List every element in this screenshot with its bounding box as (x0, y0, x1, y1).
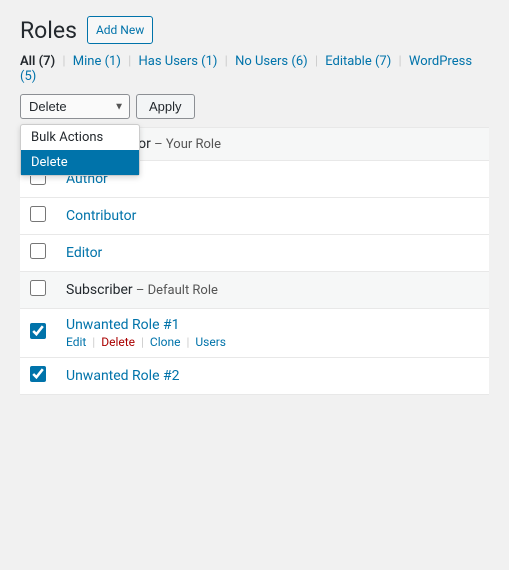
filter-links: All (7) | Mine (1) | Has Users (1) | No … (20, 54, 489, 84)
apply-button[interactable]: Apply (136, 94, 195, 119)
bulk-action-row: Bulk ActionsDelete ▼ Bulk ActionsDelete … (20, 94, 489, 119)
filter-separator: | (395, 54, 405, 69)
bulk-action-dropdown: Bulk ActionsDelete (20, 124, 140, 176)
filter-separator: | (312, 54, 322, 69)
table-row: Contributor (20, 198, 489, 235)
filter-link-has-users[interactable]: Has Users (1) (139, 54, 218, 69)
checkbox-contributor[interactable] (30, 206, 46, 222)
filter-separator: | (59, 54, 69, 69)
filter-link-all[interactable]: All (7) (20, 54, 55, 69)
table-row: Subscriber – Default Role (20, 272, 489, 309)
action-delete-unwanted-role-1[interactable]: Delete (101, 335, 135, 349)
filter-separator: | (125, 54, 135, 69)
role-name-unwanted-role-1[interactable]: Unwanted Role #1 (66, 317, 179, 333)
filter-link-mine[interactable]: Mine (1) (73, 54, 121, 69)
role-name-editor[interactable]: Editor (66, 245, 102, 261)
checkbox-subscriber[interactable] (30, 280, 46, 296)
filter-link-no-users[interactable]: No Users (6) (235, 54, 308, 69)
action-edit-unwanted-role-1[interactable]: Edit (66, 335, 86, 349)
bulk-action-wrapper: Bulk ActionsDelete ▼ Bulk ActionsDelete (20, 94, 130, 119)
action-separator: | (138, 335, 147, 349)
table-row: Editor (20, 235, 489, 272)
checkbox-unwanted-role-2[interactable] (30, 366, 46, 382)
table-row: Unwanted Role #2 (20, 358, 489, 395)
page-title: Roles (20, 17, 77, 44)
role-name-subscriber[interactable]: Subscriber (66, 282, 133, 298)
add-new-button[interactable]: Add New (87, 16, 153, 44)
table-row: Unwanted Role #1 Edit | Delete | Clone | … (20, 309, 489, 358)
action-users-unwanted-role-1[interactable]: Users (195, 335, 226, 349)
role-name-unwanted-role-2[interactable]: Unwanted Role #2 (66, 368, 179, 384)
filter-separator: | (221, 54, 231, 69)
action-separator: | (89, 335, 98, 349)
checkbox-editor[interactable] (30, 243, 46, 259)
row-actions-unwanted-role-1: Edit | Delete | Clone | Users (66, 335, 479, 349)
action-separator: | (183, 335, 192, 349)
role-suffix-subscriber: – Default Role (133, 283, 218, 298)
checkbox-unwanted-role-1[interactable] (30, 323, 46, 339)
dropdown-item-bulk-actions[interactable]: Bulk Actions (21, 125, 139, 150)
filter-link-editable[interactable]: Editable (7) (325, 54, 391, 69)
role-suffix-administrator: – Your Role (151, 137, 221, 152)
action-clone-unwanted-role-1[interactable]: Clone (150, 335, 181, 349)
dropdown-item-delete[interactable]: Delete (21, 150, 139, 175)
role-name-contributor[interactable]: Contributor (66, 208, 136, 224)
bulk-action-select[interactable]: Bulk ActionsDelete (20, 94, 130, 119)
